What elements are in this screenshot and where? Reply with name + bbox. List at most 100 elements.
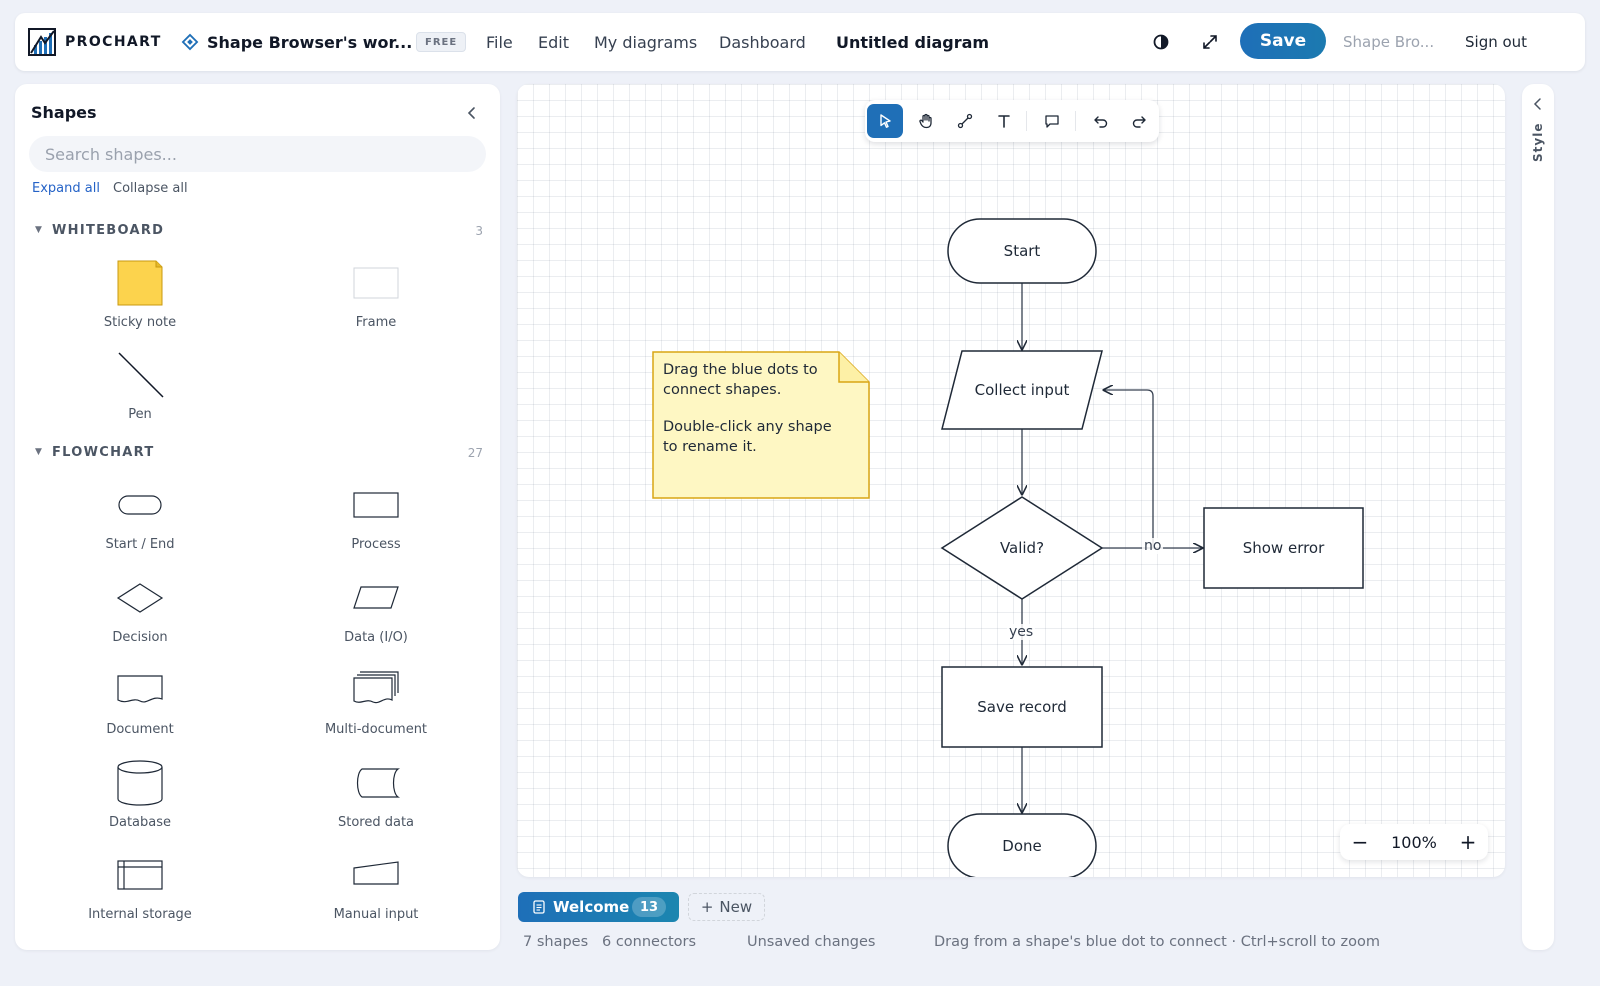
sticky-note-icon <box>117 260 163 306</box>
shape-sticky-note[interactable]: Sticky note <box>40 260 240 340</box>
pan-tool-button[interactable] <box>908 104 944 138</box>
collapse-all-link[interactable]: Collapse all <box>113 181 188 196</box>
status-connector-count: 6 connectors <box>602 934 697 950</box>
process-icon <box>353 492 399 518</box>
fullscreen-icon[interactable] <box>1198 30 1222 54</box>
page-tab-count: 13 <box>632 897 667 917</box>
terminator-icon <box>118 495 162 515</box>
shape-search-input[interactable] <box>29 136 486 172</box>
hand-icon <box>919 113 932 129</box>
text-tool-button[interactable] <box>986 104 1022 138</box>
shape-decision[interactable]: Decision <box>40 575 240 655</box>
shape-data-io[interactable]: Data (I/O) <box>276 575 476 655</box>
pen-line-icon <box>118 352 164 398</box>
section-count: 27 <box>467 446 483 460</box>
save-button[interactable]: Save <box>1240 23 1326 59</box>
shape-label: Pen <box>128 407 152 422</box>
internal-storage-icon <box>117 860 163 890</box>
section-header-flowchart[interactable]: ▼ FLOWCHART 27 <box>35 445 483 463</box>
document-icon <box>117 675 163 703</box>
caret-down-icon: ▼ <box>35 225 42 235</box>
new-page-button[interactable]: + New <box>688 893 765 921</box>
connector-tool-button[interactable] <box>947 104 983 138</box>
multi-document-icon <box>353 671 399 704</box>
shape-start-end[interactable]: Start / End <box>40 482 240 562</box>
diagram-canvas[interactable]: Drag the blue dots to connect shapes. Do… <box>517 84 1505 877</box>
shape-stored-data[interactable]: Stored data <box>276 760 476 840</box>
menu-my-diagrams[interactable]: My diagrams <box>594 13 697 71</box>
node-label-start: Start <box>1003 241 1041 260</box>
shape-label: Multi-document <box>324 722 428 737</box>
sticky-note-paragraph: Drag the blue dots to connect shapes. <box>663 362 818 398</box>
section-label: FLOWCHART <box>52 445 155 460</box>
shape-label: Sticky note <box>103 315 177 330</box>
shape-label: Stored data <box>337 815 415 830</box>
undo-icon <box>1094 116 1108 128</box>
connector-icon <box>957 113 973 129</box>
plan-badge: FREE <box>416 32 467 52</box>
page-tab-name: Welcome <box>553 898 630 916</box>
shape-frame[interactable]: Frame <box>276 260 476 340</box>
menu-file[interactable]: File <box>486 13 513 71</box>
edge-error-collect[interactable] <box>1104 390 1154 548</box>
shape-label: Document <box>106 722 174 737</box>
zoom-level[interactable]: 100% <box>1380 824 1448 860</box>
collapse-panel-icon[interactable] <box>463 104 481 122</box>
logo-text: PROCHART <box>65 34 162 50</box>
stored-data-icon <box>356 768 400 798</box>
redo-button[interactable] <box>1121 104 1157 138</box>
style-panel-rail[interactable]: Style <box>1522 84 1554 950</box>
shape-label: Data (I/O) <box>344 630 408 645</box>
document-title[interactable]: Untitled diagram <box>836 13 989 71</box>
comment-tool-button[interactable] <box>1034 104 1070 138</box>
node-label-valid: Valid? <box>999 538 1045 557</box>
zoom-control: − 100% + <box>1340 824 1488 860</box>
shape-label: Frame <box>355 315 397 330</box>
select-tool-button[interactable] <box>867 104 903 138</box>
section-header-whiteboard[interactable]: ▼ WHITEBOARD 3 <box>35 223 483 241</box>
page-tab-welcome[interactable]: Welcome 13 <box>518 892 679 922</box>
shape-pen[interactable]: Pen <box>40 352 240 432</box>
sticky-note[interactable]: Drag the blue dots to connect shapes. Do… <box>652 351 870 499</box>
new-page-label: New <box>719 898 753 916</box>
status-hint: Drag from a shape's blue dot to connect … <box>934 934 1380 950</box>
shape-internal-storage[interactable]: Internal storage <box>40 852 240 932</box>
manual-input-icon <box>353 861 399 885</box>
shape-process[interactable]: Process <box>276 482 476 562</box>
section-count: 3 <box>475 224 483 238</box>
section-label: WHITEBOARD <box>52 223 165 238</box>
edge-label-no: no <box>1142 538 1164 554</box>
chevron-left-icon[interactable] <box>1530 96 1546 112</box>
shape-manual-input[interactable]: Manual input <box>276 852 476 932</box>
sign-out-link[interactable]: Sign out <box>1465 13 1527 71</box>
status-shape-count: 7 shapes <box>523 934 589 950</box>
shape-multi-document[interactable]: Multi-document <box>276 667 476 747</box>
toolbar-divider <box>1026 111 1027 131</box>
caret-down-icon: ▼ <box>35 447 42 457</box>
menu-edit[interactable]: Edit <box>538 13 569 71</box>
node-label-show-error: Show error <box>1242 538 1325 557</box>
panel-title: Shapes <box>31 103 97 122</box>
zoom-in-button[interactable]: + <box>1450 824 1486 860</box>
top-bar: PROCHART Shape Browser's wor... FREE Fil… <box>15 13 1585 71</box>
redo-icon <box>1132 116 1146 128</box>
expand-all-link[interactable]: Expand all <box>32 181 100 196</box>
shape-document[interactable]: Document <box>40 667 240 747</box>
menu-dashboard[interactable]: Dashboard <box>719 13 806 71</box>
edge-label-yes: yes <box>1007 624 1036 640</box>
workspace-name[interactable]: Shape Browser's wor... <box>207 13 412 71</box>
style-panel-label[interactable]: Style <box>1531 123 1545 162</box>
undo-button[interactable] <box>1083 104 1119 138</box>
plus-icon: + <box>700 898 714 916</box>
theme-toggle-icon[interactable] <box>1149 30 1173 54</box>
shape-label: Decision <box>112 630 168 645</box>
workspace-icon <box>181 33 199 51</box>
node-label-save-record: Save record <box>977 697 1067 716</box>
shape-database[interactable]: Database <box>40 760 240 840</box>
frame-icon <box>353 267 399 299</box>
canvas-toolbar <box>865 100 1159 142</box>
user-name[interactable]: Shape Bro... <box>1343 13 1434 71</box>
shape-label: Manual input <box>333 907 419 922</box>
decision-icon <box>116 583 164 613</box>
zoom-out-button[interactable]: − <box>1342 824 1378 860</box>
